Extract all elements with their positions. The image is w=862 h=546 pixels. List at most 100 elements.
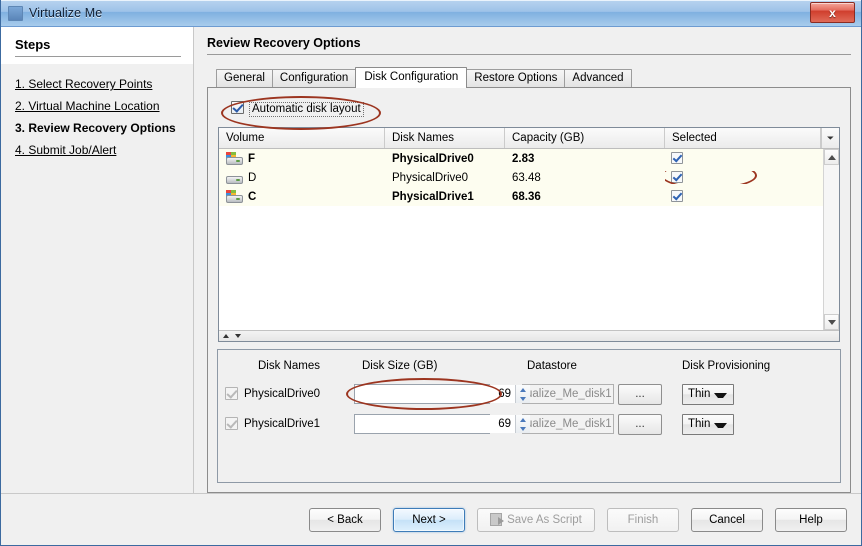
header-datastore: Datastore (527, 360, 577, 372)
steps-header: Steps (1, 27, 193, 64)
steps-heading: Steps (15, 37, 181, 57)
title-ghost-text (116, 7, 120, 19)
column-header-capacity[interactable]: Capacity (GB) (505, 128, 665, 148)
next-button[interactable]: Next > (393, 507, 465, 532)
help-button[interactable]: Help (775, 507, 847, 532)
cell-disk-name: PhysicalDrive0 (392, 152, 474, 165)
automatic-disk-layout-checkbox[interactable] (231, 101, 244, 114)
grid-footer (219, 330, 839, 341)
datastore-browse-button[interactable]: ... (618, 383, 662, 405)
finish-button: Finish (607, 507, 679, 532)
tab-configuration[interactable]: Configuration (271, 69, 357, 87)
tab-disk-configuration[interactable]: Disk Configuration (355, 67, 468, 88)
cell-volume: F (219, 152, 385, 165)
cell-selected (665, 171, 823, 184)
disk-size-stepper[interactable] (354, 414, 530, 434)
table-row[interactable]: D PhysicalDrive0 63.48 (219, 168, 823, 187)
datastore-cell: ualize_Me_disk1 ... (522, 383, 682, 405)
disk-configuration-panel: Automatic disk layout Volume Disk Names … (207, 87, 851, 493)
tab-advanced[interactable]: Advanced (564, 69, 632, 87)
stepper-down-icon[interactable] (516, 424, 530, 433)
disk-provisioning-select[interactable]: Thin (682, 383, 734, 405)
cancel-button[interactable]: Cancel (691, 507, 763, 532)
automatic-disk-layout-label[interactable]: Automatic disk layout (249, 102, 364, 117)
stepper-up-icon[interactable] (516, 385, 530, 394)
system-drive-icon (226, 152, 243, 165)
cell-volume: C (219, 190, 385, 203)
tab-bar: General Configuration Disk Configuration… (207, 67, 851, 88)
title-bar: Virtualize Me x (1, 0, 861, 27)
datastore-cell: ualize_Me_disk1 ... (522, 413, 682, 435)
column-header-disk-names[interactable]: Disk Names (385, 128, 505, 148)
volume-label: C (248, 190, 257, 203)
save-as-script-label: Save As Script (507, 513, 582, 526)
window-title: Virtualize Me (29, 6, 103, 20)
scroll-down-icon[interactable] (824, 314, 839, 330)
back-button[interactable]: < Back (309, 507, 381, 532)
chevron-down-icon (714, 422, 727, 428)
script-icon (490, 513, 505, 526)
disk-settings-headers: Disk Names Disk Size (GB) Datastore Disk… (218, 360, 840, 372)
row-selected-checkbox[interactable] (671, 152, 683, 164)
column-header-selected[interactable]: Selected (665, 128, 821, 148)
disk-enabled-checkbox (225, 417, 238, 430)
disk-name-label: PhysicalDrive1 (244, 418, 321, 430)
volume-label: F (248, 152, 256, 165)
table-row[interactable]: C PhysicalDrive1 68.36 (219, 187, 823, 206)
system-drive-icon (226, 190, 243, 203)
disk-size-cell (354, 414, 530, 434)
stepper-up-icon[interactable] (516, 415, 530, 424)
grid-vertical-scrollbar[interactable] (823, 149, 839, 330)
table-row[interactable]: F PhysicalDrive0 2.83 (219, 149, 823, 168)
disk-settings-panel: Disk Names Disk Size (GB) Datastore Disk… (217, 349, 841, 483)
disk-size-stepper-buttons[interactable] (515, 385, 530, 403)
sidebar-item-submit-job-alert[interactable]: 4. Submit Job/Alert (15, 143, 116, 158)
disk-size-stepper[interactable] (354, 384, 530, 404)
grid-rows: F PhysicalDrive0 2.83 D PhysicalDrive0 6… (219, 149, 823, 330)
disk-size-cell (346, 378, 530, 410)
cell-volume: D (219, 171, 385, 184)
column-chooser-icon[interactable]: ⏷ (821, 128, 839, 148)
header-disk-size: Disk Size (GB) (362, 360, 438, 372)
disk-size-stepper-buttons[interactable] (515, 415, 530, 433)
cell-capacity: 63.48 (512, 171, 541, 184)
row-selected-checkbox[interactable] (671, 171, 683, 183)
row-move-down-icon[interactable] (235, 334, 241, 338)
provisioning-cell: Thin (682, 413, 840, 435)
page-title: Review Recovery Options (207, 36, 851, 55)
volume-label: D (248, 171, 257, 184)
disk-provisioning-value: Thin (688, 388, 711, 400)
scroll-up-icon[interactable] (824, 149, 839, 165)
disk-size-input[interactable] (355, 385, 515, 403)
disk-enabled-cell (218, 387, 244, 401)
disk-size-input[interactable] (355, 415, 515, 433)
wizard-footer: < Back Next > Save As Script Finish Canc… (1, 493, 861, 545)
grid-body: F PhysicalDrive0 2.83 D PhysicalDrive0 6… (219, 149, 839, 330)
datastore-field: ualize_Me_disk1 (522, 414, 614, 434)
sidebar-item-select-recovery-points[interactable]: 1. Select Recovery Points (15, 77, 152, 92)
stepper-down-icon[interactable] (516, 394, 530, 403)
scrollbar-track[interactable] (824, 165, 839, 314)
close-icon[interactable]: x (810, 2, 855, 23)
datastore-field: ualize_Me_disk1 (522, 384, 614, 404)
save-as-script-button: Save As Script (477, 507, 595, 532)
virtualize-me-window: Virtualize Me x Steps 1. Select Recovery… (0, 0, 862, 546)
grid-header-row: Volume Disk Names Capacity (GB) Selected… (219, 128, 839, 149)
cell-capacity: 68.36 (512, 190, 541, 203)
row-selected-checkbox[interactable] (671, 190, 683, 202)
sidebar-item-virtual-machine-location[interactable]: 2. Virtual Machine Location (15, 99, 160, 114)
disk-provisioning-select[interactable]: Thin (682, 413, 734, 435)
tab-restore-options[interactable]: Restore Options (466, 69, 566, 87)
disk-settings-row: PhysicalDrive1 ualize_Me_dis (218, 409, 840, 439)
app-icon (8, 5, 23, 21)
header-disk-provisioning: Disk Provisioning (682, 360, 771, 372)
cell-disk-name: PhysicalDrive0 (392, 171, 469, 184)
main-content: Review Recovery Options General Configur… (194, 27, 861, 493)
row-move-up-icon[interactable] (223, 334, 229, 338)
tab-general[interactable]: General (216, 69, 273, 87)
datastore-browse-button[interactable]: ... (618, 413, 662, 435)
steps-sidebar: Steps 1. Select Recovery Points 2. Virtu… (1, 27, 194, 493)
cell-disk-name: PhysicalDrive1 (392, 190, 474, 203)
column-header-volume[interactable]: Volume (219, 128, 385, 148)
disk-enabled-cell (218, 417, 244, 431)
